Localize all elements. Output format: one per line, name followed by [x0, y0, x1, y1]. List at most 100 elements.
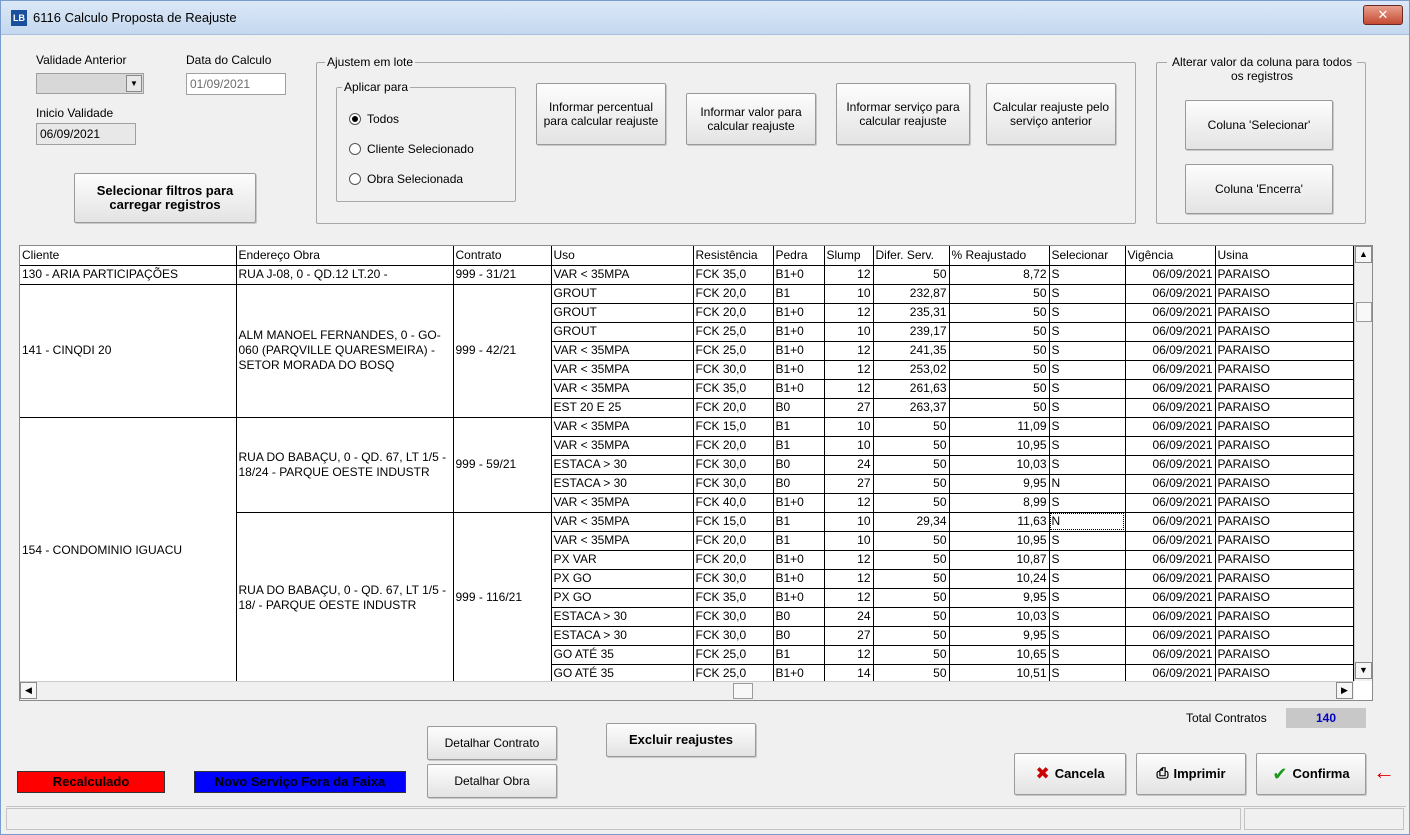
cell-endereco[interactable]: RUA DO BABAÇU, 0 - QD. 67, LT 1/5 - 18/2… — [236, 417, 454, 513]
column-header[interactable]: Resistência — [693, 246, 774, 266]
cell-reajustado[interactable]: 9,95 — [949, 474, 1050, 494]
cell-slump[interactable]: 12 — [824, 265, 874, 285]
calcular-anterior-button[interactable]: Calcular reajuste pelo serviço anterior — [986, 83, 1116, 145]
cell-uso[interactable]: VAR < 35MPA — [551, 341, 694, 361]
column-header[interactable]: Pedra — [773, 246, 825, 266]
column-header[interactable]: Uso — [551, 246, 694, 266]
validade-anterior-select[interactable]: ▼ — [36, 73, 144, 94]
cell-difer-serv[interactable]: 50 — [873, 550, 950, 570]
cell-uso[interactable]: ESTACA > 30 — [551, 474, 694, 494]
column-header[interactable]: Usina — [1215, 246, 1354, 266]
cell-uso[interactable]: VAR < 35MPA — [551, 436, 694, 456]
inicio-validade-field[interactable]: 06/09/2021 — [36, 123, 136, 145]
cell-uso[interactable]: EST 20 E 25 — [551, 398, 694, 418]
cell-difer-serv[interactable]: 261,63 — [873, 379, 950, 399]
cell-difer-serv[interactable]: 235,31 — [873, 303, 950, 323]
cell-selecionar[interactable]: S — [1049, 265, 1126, 285]
cell-usina[interactable]: PARAISO — [1215, 417, 1354, 437]
cell-selecionar[interactable]: S — [1049, 645, 1126, 665]
table-row[interactable]: 154 - CONDOMINIO IGUACU RUA DO BABAÇU, 0 … — [20, 417, 1354, 684]
cell-usina[interactable]: PARAISO — [1215, 550, 1354, 570]
cell-selecionar[interactable]: S — [1049, 607, 1126, 627]
cell-usina[interactable]: PARAISO — [1215, 265, 1354, 285]
cell-slump[interactable]: 27 — [824, 626, 874, 646]
cell-selecionar[interactable]: S — [1049, 360, 1126, 380]
cell-reajustado[interactable]: 50 — [949, 303, 1050, 323]
cell-vigencia[interactable]: 06/09/2021 — [1125, 417, 1216, 437]
cell-usina[interactable]: PARAISO — [1215, 398, 1354, 418]
cell-pedra[interactable]: B0 — [773, 474, 825, 494]
radio-todos[interactable]: Todos — [349, 112, 399, 126]
cell-pedra[interactable]: B1+0 — [773, 588, 825, 608]
vertical-scrollbar[interactable]: ▲ ▼ — [1354, 246, 1372, 681]
cell-usina[interactable]: PARAISO — [1215, 303, 1354, 323]
cell-selecionar[interactable]: S — [1049, 531, 1126, 551]
cell-slump[interactable]: 12 — [824, 341, 874, 361]
cell-reajustado[interactable]: 50 — [949, 322, 1050, 342]
cell-selecionar[interactable]: S — [1049, 322, 1126, 342]
column-header[interactable]: Difer. Serv. — [873, 246, 950, 266]
cell-difer-serv[interactable]: 50 — [873, 417, 950, 437]
cell-reajustado[interactable]: 50 — [949, 360, 1050, 380]
column-header[interactable]: Vigência — [1125, 246, 1216, 266]
cell-selecionar[interactable]: S — [1049, 303, 1126, 323]
cell-vigencia[interactable]: 06/09/2021 — [1125, 341, 1216, 361]
cell-difer-serv[interactable]: 232,87 — [873, 284, 950, 304]
cell-resistencia[interactable]: FCK 35,0 — [693, 588, 774, 608]
cell-reajustado[interactable]: 8,99 — [949, 493, 1050, 513]
cell-difer-serv[interactable]: 239,17 — [873, 322, 950, 342]
cell-difer-serv[interactable]: 50 — [873, 607, 950, 627]
cell-vigencia[interactable]: 06/09/2021 — [1125, 512, 1216, 532]
cell-slump[interactable]: 10 — [824, 417, 874, 437]
cell-usina[interactable]: PARAISO — [1215, 284, 1354, 304]
reajuste-grid[interactable]: Cliente Endereço Obra Contrato Uso Resistênc… — [19, 245, 1373, 701]
cell-resistencia[interactable]: FCK 35,0 — [693, 265, 774, 285]
cell-slump[interactable]: 12 — [824, 569, 874, 589]
cell-usina[interactable]: PARAISO — [1215, 588, 1354, 608]
cell-resistencia[interactable]: FCK 20,0 — [693, 284, 774, 304]
cell-vigencia[interactable]: 06/09/2021 — [1125, 493, 1216, 513]
cell-contrato[interactable]: 999 - 42/21 — [453, 284, 552, 418]
vertical-scroll-thumb[interactable] — [1356, 302, 1372, 322]
column-header[interactable]: Endereço Obra — [236, 246, 454, 266]
cell-resistencia[interactable]: FCK 40,0 — [693, 493, 774, 513]
cell-reajustado[interactable]: 50 — [949, 398, 1050, 418]
cell-selecionar[interactable]: S — [1049, 417, 1126, 437]
cell-pedra[interactable]: B1+0 — [773, 569, 825, 589]
cell-difer-serv[interactable]: 50 — [873, 531, 950, 551]
cell-slump[interactable]: 27 — [824, 398, 874, 418]
cell-usina[interactable]: PARAISO — [1215, 455, 1354, 475]
cell-vigencia[interactable]: 06/09/2021 — [1125, 360, 1216, 380]
cell-slump[interactable]: 10 — [824, 531, 874, 551]
cell-vigencia[interactable]: 06/09/2021 — [1125, 398, 1216, 418]
cell-vigencia[interactable]: 06/09/2021 — [1125, 455, 1216, 475]
cell-difer-serv[interactable]: 50 — [873, 626, 950, 646]
cell-usina[interactable]: PARAISO — [1215, 493, 1354, 513]
cell-selecionar[interactable]: S — [1049, 455, 1126, 475]
close-button[interactable]: ✕ — [1363, 5, 1403, 25]
cell-difer-serv[interactable]: 253,02 — [873, 360, 950, 380]
horizontal-scrollbar[interactable]: ◀ ▶ — [20, 681, 1354, 700]
cell-reajustado[interactable]: 50 — [949, 379, 1050, 399]
cell-pedra[interactable]: B1+0 — [773, 493, 825, 513]
cell-resistencia[interactable]: FCK 15,0 — [693, 512, 774, 532]
column-header[interactable]: % Reajustado — [949, 246, 1050, 266]
cell-vigencia[interactable]: 06/09/2021 — [1125, 569, 1216, 589]
coluna-encerra-button[interactable]: Coluna 'Encerra' — [1185, 164, 1333, 214]
cell-slump[interactable]: 12 — [824, 379, 874, 399]
cell-uso[interactable]: VAR < 35MPA — [551, 531, 694, 551]
detalhar-obra-button[interactable]: Detalhar Obra — [427, 764, 557, 798]
cell-difer-serv[interactable]: 50 — [873, 588, 950, 608]
cell-vigencia[interactable]: 06/09/2021 — [1125, 550, 1216, 570]
cell-selecionar[interactable]: S — [1049, 493, 1126, 513]
cell-pedra[interactable]: B1 — [773, 512, 825, 532]
cell-resistencia[interactable]: FCK 25,0 — [693, 341, 774, 361]
cell-selecionar[interactable]: S — [1049, 284, 1126, 304]
cell-difer-serv[interactable]: 50 — [873, 569, 950, 589]
cell-pedra[interactable]: B0 — [773, 607, 825, 627]
cell-uso[interactable]: ESTACA > 30 — [551, 455, 694, 475]
cell-contrato[interactable]: 999 - 59/21 — [453, 417, 552, 513]
cell-contrato[interactable]: 999 - 31/21 — [453, 265, 552, 285]
cell-uso[interactable]: GO ATÉ 35 — [551, 645, 694, 665]
cell-slump[interactable]: 27 — [824, 474, 874, 494]
